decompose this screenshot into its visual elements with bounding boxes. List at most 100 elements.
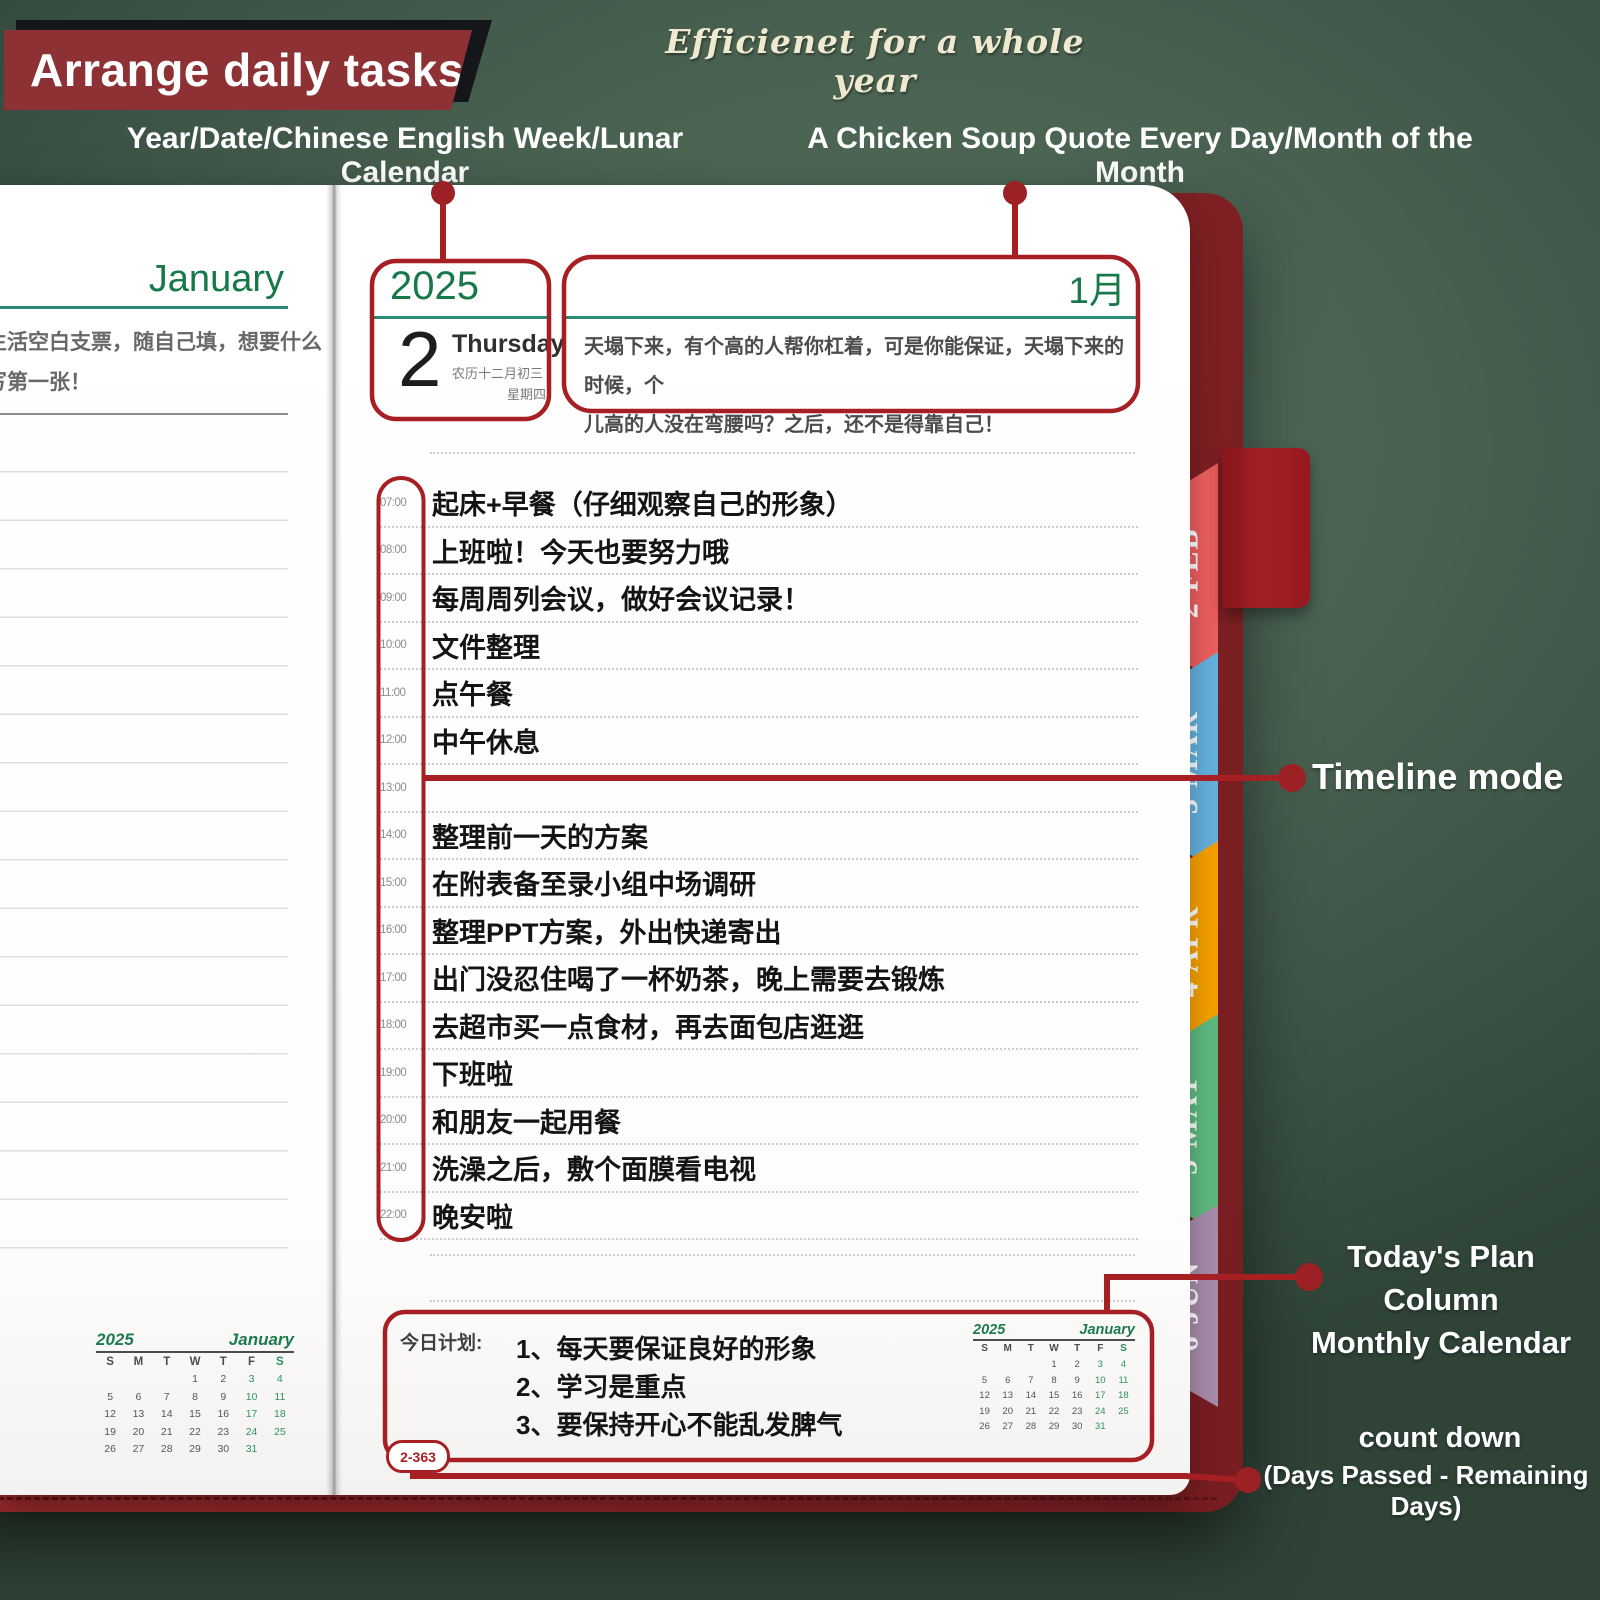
timeline-time: 17:00 [380, 972, 422, 984]
calendar-cell [1019, 1357, 1042, 1373]
calendar-header: 2025 January [973, 1322, 1135, 1341]
calendar-cell: 2 [1066, 1357, 1089, 1373]
calendar-day-header: M [124, 1353, 152, 1371]
calendar-day-header: T [1066, 1341, 1089, 1357]
calendar-cell [996, 1357, 1019, 1373]
timeline-row: 22:00 晚安啦 [380, 1193, 1138, 1241]
calendar-cell: 25 [1112, 1404, 1135, 1420]
calendar-cell: 24 [237, 1424, 265, 1442]
timeline-row: 18:00 去超市买一点食材，再去面包店逛逛 [380, 1003, 1138, 1051]
calendar-cell: 19 [973, 1404, 996, 1420]
timeline-task: 文件整理 [432, 626, 540, 665]
timeline-time: 18:00 [380, 1019, 422, 1031]
calendar-cell: 17 [237, 1406, 265, 1424]
calendar-cell: 14 [153, 1406, 181, 1424]
calendar-year: 2025 [973, 1322, 1005, 1338]
timeline-time: 12:00 [380, 734, 422, 746]
quote-month: 1月 [580, 260, 1126, 314]
timeline-time: 16:00 [380, 924, 422, 936]
timeline-task: 洗澡之后，敷个面膜看电视 [432, 1148, 756, 1187]
timeline-task: 整理PPT方案，外出快递寄出 [432, 911, 782, 950]
calendar-cell: 21 [1019, 1404, 1042, 1420]
timeline-row: 08:00 上班啦！今天也要努力哦 [380, 528, 1138, 576]
timeline-row: 15:00 在附表备至录小组中场调研 [380, 860, 1138, 908]
left-title-rule [0, 306, 288, 309]
plan-column-label-line2: Monthly Calendar [1311, 1325, 1571, 1360]
feature-label-date: Year/Date/Chinese English Week/Lunar Cal… [60, 122, 750, 190]
left-note-line1: 生活空白支票，随自己填，想要什么 [0, 326, 322, 356]
calendar-cell: 15 [1042, 1388, 1065, 1404]
calendar-cell: 30 [1066, 1419, 1089, 1435]
calendar-day-header: M [996, 1341, 1019, 1357]
timeline-row: 20:00 和朋友一起用餐 [380, 1098, 1138, 1146]
calendar-day-headers: SMTWTFS [973, 1341, 1135, 1357]
timeline-time: 20:00 [380, 1114, 422, 1126]
calendar-cell: 28 [1019, 1419, 1042, 1435]
timeline-row: 13:00 [380, 765, 1138, 813]
calendar-cell: 7 [153, 1389, 181, 1407]
calendar-cell: 27 [996, 1419, 1019, 1435]
timeline-task: 起床+早餐（仔细观察自己的形象） [432, 483, 853, 522]
calendar-cell: 22 [1042, 1404, 1065, 1420]
feature-label-quote: A Chicken Soup Quote Every Day/Month of … [775, 122, 1505, 190]
timeline-time: 09:00 [380, 592, 422, 604]
calendar-cells: 1234567891011121314151617181920212223242… [96, 1371, 294, 1459]
calendar-cell: 5 [973, 1373, 996, 1389]
timeline-row: 14:00 整理前一天的方案 [380, 813, 1138, 861]
countdown-label: count down [1330, 1422, 1550, 1455]
weekday-english: Thursday [452, 330, 546, 359]
timeline-row: 19:00 下班啦 [380, 1050, 1138, 1098]
calendar-day-header: S [1112, 1341, 1135, 1357]
cover-stitching [0, 1497, 1217, 1500]
timeline-task: 晚安啦 [432, 1196, 513, 1235]
calendar-cell: 25 [266, 1424, 294, 1442]
calendar-day-headers: SMTWTFS [96, 1353, 294, 1371]
calendar-cell [124, 1371, 152, 1389]
calendar-cell: 31 [237, 1441, 265, 1459]
timeline-time: 10:00 [380, 639, 422, 651]
calendar-cell: 6 [124, 1389, 152, 1407]
calendar-cell: 4 [1112, 1357, 1135, 1373]
calendar-day-header: T [209, 1353, 237, 1371]
quote-line2: 儿高的人没在弯腰吗？之后，还不是得靠自己！ [584, 414, 1004, 436]
calendar-cell: 12 [96, 1406, 124, 1424]
calendar-cell [1112, 1419, 1135, 1435]
timeline-schedule: 07:00 起床+早餐（仔细观察自己的形象） 08:00 上班啦！今天也要努力哦… [380, 480, 1138, 1240]
calendar-cell: 18 [266, 1406, 294, 1424]
timeline-row: 10:00 文件整理 [380, 623, 1138, 671]
calendar-cell: 19 [96, 1424, 124, 1442]
calendar-cell [973, 1357, 996, 1373]
calendar-header: 2025 January [96, 1330, 294, 1353]
calendar-cell: 15 [181, 1406, 209, 1424]
timeline-task: 整理前一天的方案 [432, 816, 648, 855]
banner-title: Arrange daily tasks [30, 43, 464, 97]
timeline-row: 17:00 出门没忍住喝了一杯奶茶，晚上需要去锻炼 [380, 955, 1138, 1003]
calendar-cell: 20 [124, 1424, 152, 1442]
plan-item: 2、学习是重点 [516, 1368, 842, 1406]
calendar-cell: 18 [1112, 1388, 1135, 1404]
timeline-task: 每周周列会议，做好会议记录！ [432, 578, 810, 617]
left-divider [0, 413, 288, 415]
quote-rule [566, 316, 1136, 319]
calendar-cell: 29 [181, 1441, 209, 1459]
timeline-time: 13:00 [380, 782, 422, 794]
timeline-task: 和朋友一起用餐 [432, 1101, 621, 1140]
calendar-cell: 10 [237, 1389, 265, 1407]
calendar-cell: 3 [1089, 1357, 1112, 1373]
quote-line1: 天塌下来，有个高的人帮你杠着，可是你能保证，天塌下来的时候，个 [584, 336, 1124, 397]
plan-item: 3、要保持开心不能乱发脾气 [516, 1406, 842, 1444]
timeline-row: 16:00 整理PPT方案，外出快递寄出 [380, 908, 1138, 956]
calendar-cell: 17 [1089, 1388, 1112, 1404]
page-gutter [326, 185, 342, 1495]
calendar-cell: 9 [209, 1389, 237, 1407]
calendar-cell: 14 [1019, 1388, 1042, 1404]
calendar-cell: 26 [96, 1441, 124, 1459]
left-month-title: January [0, 258, 284, 301]
calendar-cell: 20 [996, 1404, 1019, 1420]
calendar-cell [266, 1441, 294, 1459]
calendar-cell: 2 [209, 1371, 237, 1389]
calendar-cell: 31 [1089, 1419, 1112, 1435]
planner-product-showcase: Arrange daily tasks Efficienet for a who… [0, 0, 1600, 1600]
countdown-badge: 2-363 [386, 1440, 450, 1473]
timeline-task: 下班啦 [432, 1053, 513, 1092]
